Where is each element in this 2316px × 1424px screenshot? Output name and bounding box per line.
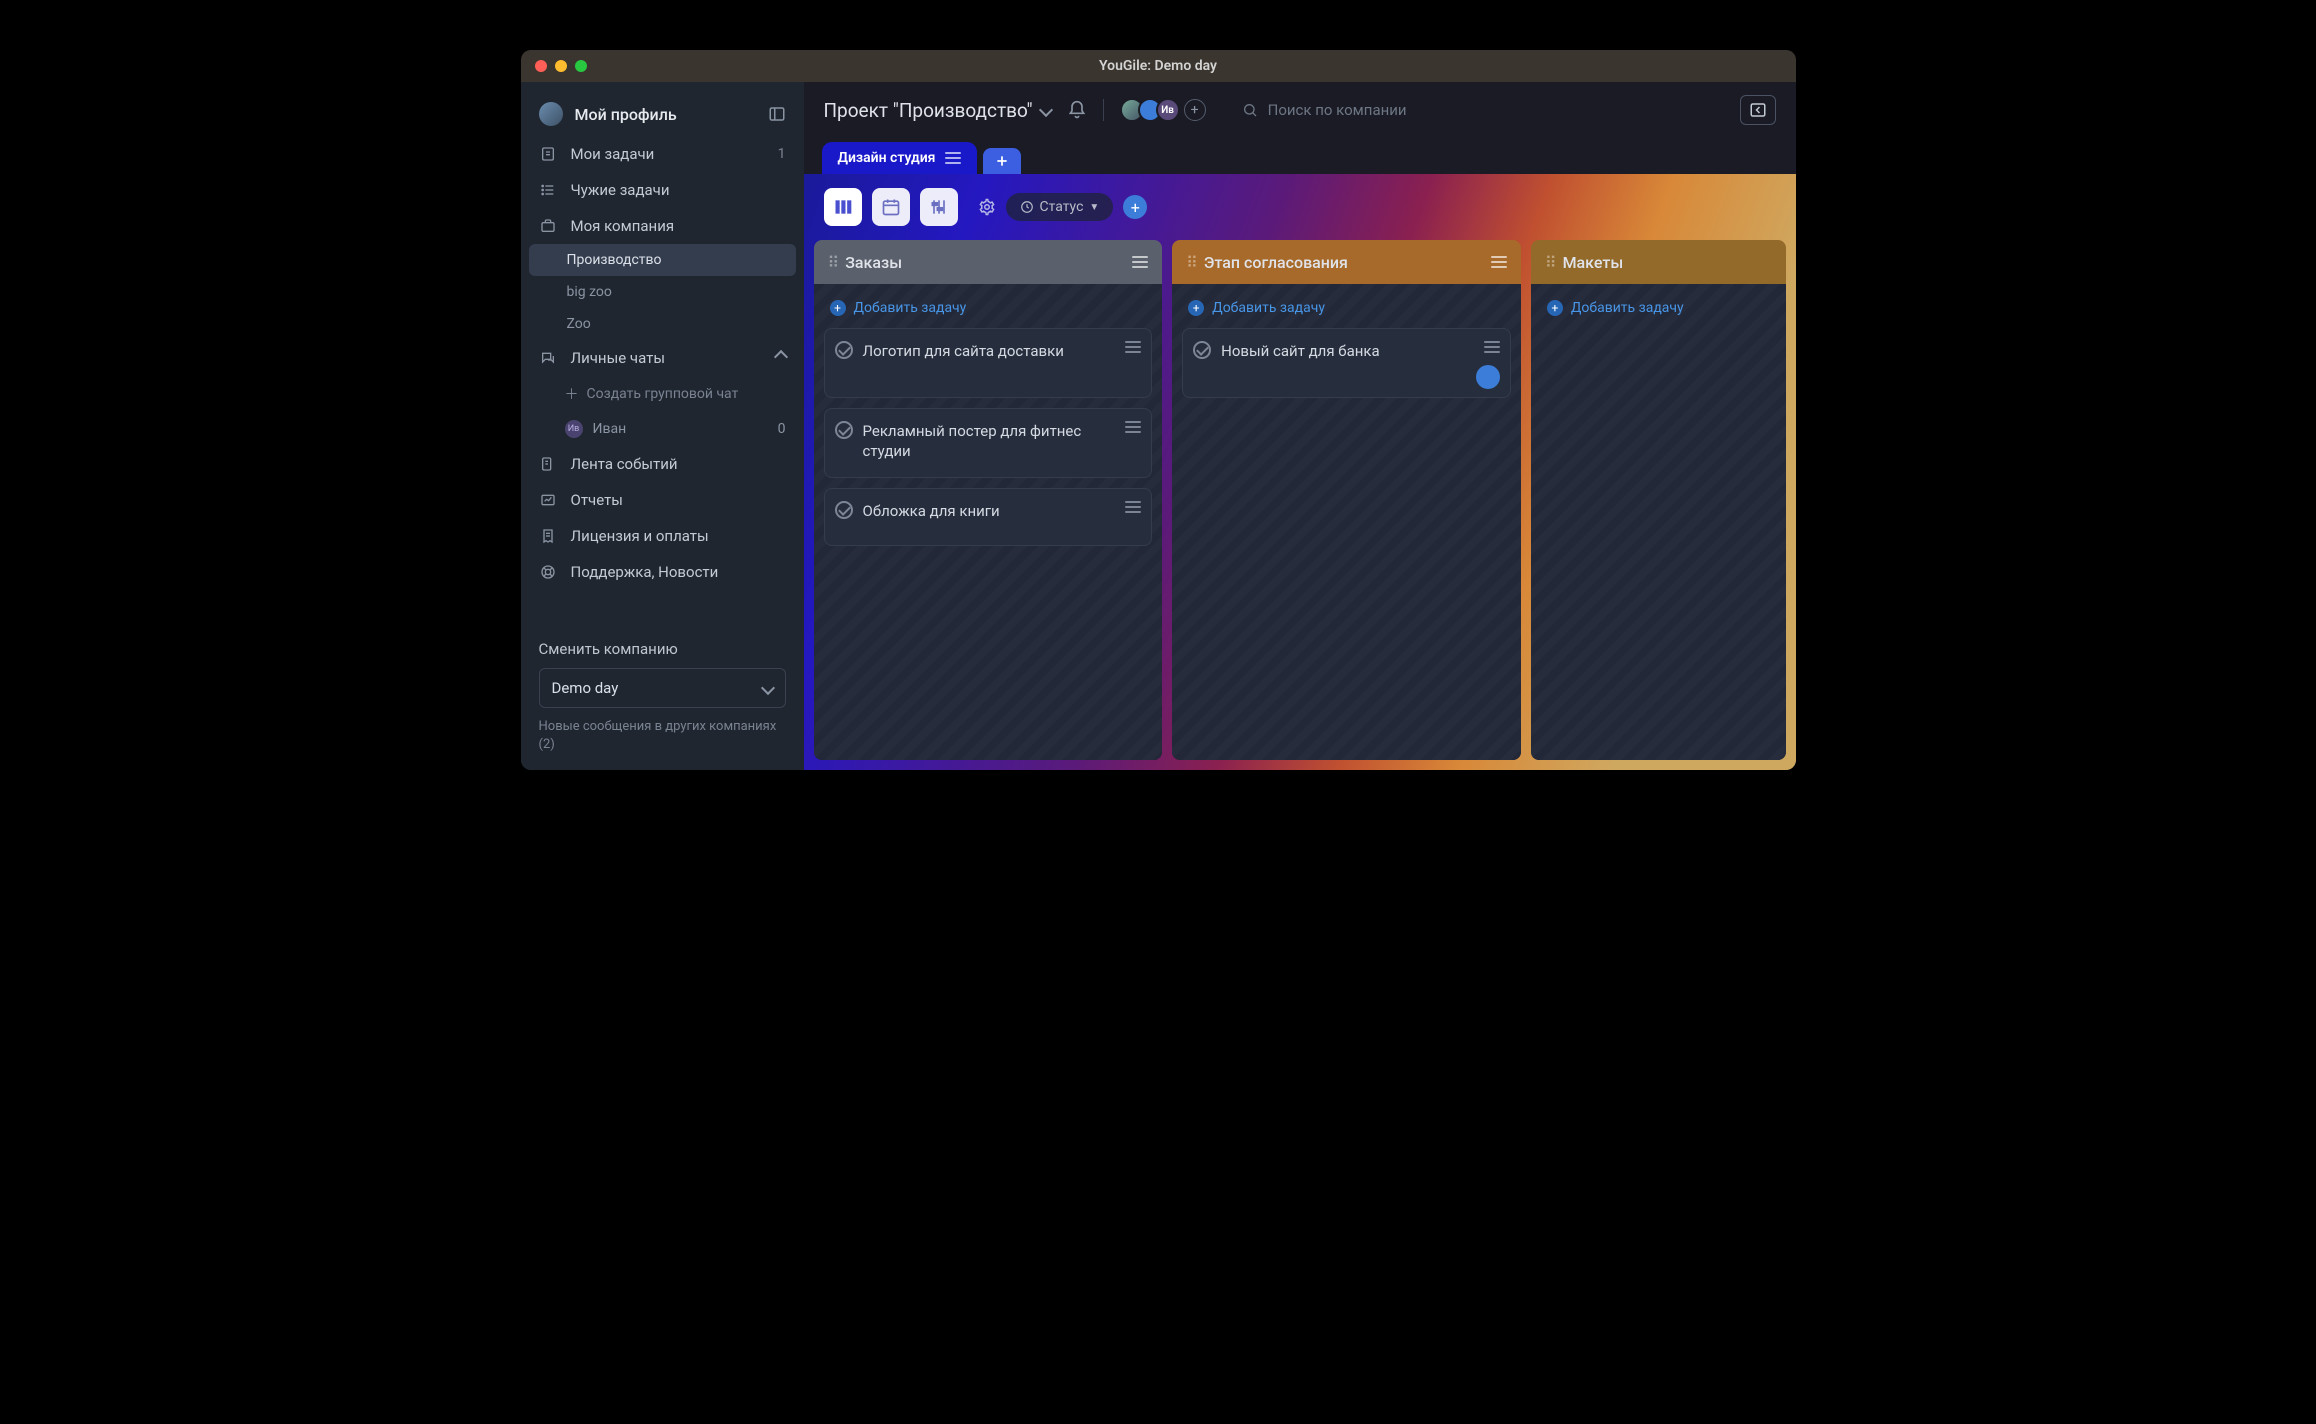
- member-avatars[interactable]: Ив +: [1120, 98, 1206, 122]
- profile-label: Мой профиль: [575, 105, 677, 124]
- search-input[interactable]: Поиск по компании: [1242, 101, 1407, 119]
- task-card[interactable]: Логотип для сайта доставки: [824, 328, 1153, 398]
- briefcase-icon: [539, 218, 557, 234]
- window-title: YouGile: Demo day: [521, 58, 1796, 74]
- sidebar-item-license[interactable]: Лицензия и оплаты: [521, 518, 804, 554]
- switch-company-label: Сменить компанию: [539, 640, 786, 658]
- task-card[interactable]: Рекламный постер для фитнес студии: [824, 408, 1153, 478]
- check-icon[interactable]: [835, 501, 853, 519]
- gear-icon[interactable]: [978, 198, 996, 216]
- column-menu-icon[interactable]: [1491, 256, 1507, 268]
- column-header[interactable]: ⠿ Заказы: [814, 240, 1163, 284]
- assignee-avatar[interactable]: [1476, 365, 1500, 389]
- main-area: Проект "Производство" Ив + Поиск по комп…: [804, 82, 1796, 770]
- chevron-up-icon: [776, 350, 786, 366]
- collapse-sidebar-icon[interactable]: [768, 105, 786, 123]
- board-toolbar: Статус ▼ +: [804, 174, 1796, 240]
- receipt-icon: [539, 528, 557, 544]
- chat-avatar: Ив: [565, 420, 583, 438]
- card-menu-icon[interactable]: [1484, 341, 1500, 353]
- board-columns: ⠿ Заказы + Добавить задачу Логотип: [804, 240, 1796, 770]
- column-orders: ⠿ Заказы + Добавить задачу Логотип: [814, 240, 1163, 760]
- sidebar-item-other-tasks[interactable]: Чужие задачи: [521, 172, 804, 208]
- check-icon[interactable]: [835, 341, 853, 359]
- sidebar-item-reports[interactable]: Отчеты: [521, 482, 804, 518]
- task-card[interactable]: Обложка для книги: [824, 488, 1153, 546]
- add-task-button[interactable]: + Добавить задачу: [1541, 294, 1776, 328]
- sidebar-chat-user[interactable]: Ив Иван 0: [521, 412, 804, 446]
- avatar: [539, 102, 563, 126]
- sidebar-item-support[interactable]: Поддержка, Новости: [521, 554, 804, 590]
- create-group-chat[interactable]: ＋ Создать групповой чат: [521, 376, 804, 412]
- card-menu-icon[interactable]: [1125, 341, 1141, 353]
- titlebar: YouGile: Demo day: [521, 50, 1796, 82]
- status-filter[interactable]: Статус ▼: [1006, 193, 1114, 221]
- add-task-button[interactable]: + Добавить задачу: [1182, 294, 1511, 328]
- chevron-down-icon: [760, 681, 774, 695]
- plus-icon: ＋: [565, 384, 579, 404]
- company-select[interactable]: Demo day: [539, 668, 786, 708]
- sidebar-project[interactable]: big zoo: [521, 276, 804, 308]
- sidebar-item-my-tasks[interactable]: Мои задачи 1: [521, 136, 804, 172]
- column-mockups: ⠿ Макеты + Добавить задачу: [1531, 240, 1786, 760]
- add-tab-button[interactable]: [983, 148, 1021, 174]
- check-icon[interactable]: [1193, 341, 1211, 359]
- view-kanban-button[interactable]: [824, 188, 862, 226]
- drag-handle-icon[interactable]: ⠿: [1186, 253, 1196, 272]
- column-header[interactable]: ⠿ Макеты: [1531, 240, 1786, 284]
- sidebar-item-company[interactable]: Моя компания: [521, 208, 804, 244]
- member-avatar[interactable]: Ив: [1156, 98, 1180, 122]
- bell-icon[interactable]: [1067, 100, 1087, 120]
- check-icon[interactable]: [835, 421, 853, 439]
- chart-icon: [539, 492, 557, 508]
- sidebar-project[interactable]: Zoo: [521, 308, 804, 340]
- new-messages-note[interactable]: Новые сообщения в других компаниях (2): [539, 718, 786, 754]
- tasks-icon: [539, 146, 557, 162]
- sidebar-item-chats[interactable]: Личные чаты: [521, 340, 804, 376]
- card-menu-icon[interactable]: [1125, 501, 1141, 513]
- search-icon: [1242, 102, 1258, 118]
- board-area: Статус ▼ + ⠿ Заказы: [804, 174, 1796, 770]
- app-window: YouGile: Demo day Мой профиль Мои задачи…: [521, 50, 1796, 770]
- plus-icon: +: [1188, 300, 1204, 316]
- chat-icon: [539, 350, 557, 366]
- drag-handle-icon[interactable]: ⠿: [1545, 253, 1555, 272]
- sidebar-project-active[interactable]: Производство: [529, 244, 796, 276]
- sidebar: Мой профиль Мои задачи 1 Чужие задачи Мо…: [521, 82, 804, 770]
- topbar: Проект "Производство" Ив + Поиск по комп…: [804, 82, 1796, 138]
- divider: [1103, 99, 1104, 121]
- add-member-button[interactable]: +: [1184, 99, 1206, 121]
- plus-icon: +: [830, 300, 846, 316]
- collapse-panel-button[interactable]: [1740, 95, 1776, 125]
- feed-icon: [539, 456, 557, 472]
- board-tabs: Дизайн студия: [804, 138, 1796, 174]
- project-title[interactable]: Проект "Производство": [824, 99, 1051, 122]
- drag-handle-icon[interactable]: ⠿: [828, 253, 838, 272]
- view-calendar-button[interactable]: [872, 188, 910, 226]
- clock-icon: [1020, 200, 1034, 214]
- task-card[interactable]: Новый сайт для банка: [1182, 328, 1511, 398]
- chevron-down-icon: [1039, 103, 1053, 117]
- profile-row[interactable]: Мой профиль: [521, 92, 804, 136]
- column-approval: ⠿ Этап согласования + Добавить задачу: [1172, 240, 1521, 760]
- column-header[interactable]: ⠿ Этап согласования: [1172, 240, 1521, 284]
- add-filter-button[interactable]: +: [1123, 195, 1147, 219]
- view-gantt-button[interactable]: [920, 188, 958, 226]
- card-menu-icon[interactable]: [1125, 421, 1141, 433]
- plus-icon: +: [1547, 300, 1563, 316]
- help-icon: [539, 564, 557, 580]
- add-task-button[interactable]: + Добавить задачу: [824, 294, 1153, 328]
- tab-menu-icon[interactable]: [945, 152, 961, 164]
- badge: 1: [778, 146, 786, 162]
- list-icon: [539, 182, 557, 198]
- sidebar-item-feed[interactable]: Лента событий: [521, 446, 804, 482]
- tab-active[interactable]: Дизайн студия: [822, 142, 978, 174]
- column-menu-icon[interactable]: [1132, 256, 1148, 268]
